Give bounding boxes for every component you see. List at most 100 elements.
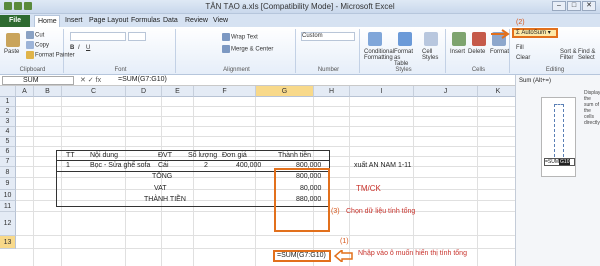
annotation-2: (2) <box>516 19 525 26</box>
gridline <box>16 211 515 212</box>
tab-file[interactable]: File <box>0 15 30 27</box>
tab-home[interactable]: Home <box>34 15 60 27</box>
merge-center-button[interactable]: Merge & Center <box>222 45 273 53</box>
cut-button[interactable]: Cut <box>26 31 44 39</box>
conditional-formatting-button[interactable]: Conditional Formatting <box>364 49 394 61</box>
underline-button[interactable]: U <box>86 45 90 51</box>
formula-input[interactable]: =SUM(G7:G10) <box>118 76 167 83</box>
clear-button[interactable]: Clear <box>516 55 530 61</box>
column-header-g[interactable]: G <box>256 86 314 97</box>
table-border <box>56 160 330 161</box>
cell-g13[interactable]: =SUM(G7:G10) <box>273 250 331 262</box>
header-dongia[interactable]: Đơn giá <box>222 152 247 159</box>
number-format-select[interactable]: Custom <box>301 32 355 41</box>
row-header-12[interactable]: 12 <box>0 212 16 236</box>
cell-e7[interactable]: 2 <box>204 162 208 169</box>
header-dvt[interactable]: ĐVT <box>158 152 172 159</box>
gridline <box>16 126 515 127</box>
bold-button[interactable]: B <box>70 45 74 51</box>
column-header-b[interactable]: B <box>34 86 62 97</box>
selected-range[interactable] <box>274 168 330 232</box>
cell-thanhtien-label[interactable]: THÀNH TIỀN <box>144 196 186 203</box>
row-header-4[interactable]: 4 <box>0 127 16 137</box>
header-tt[interactable]: TT <box>66 152 75 159</box>
gridline <box>61 97 62 266</box>
tooltip-title: Sum (Alt+=) <box>519 78 552 84</box>
header-noidung[interactable]: Nội dung <box>90 152 118 159</box>
cell-tong-label[interactable]: TỔNG <box>152 173 172 180</box>
italic-button[interactable]: I <box>78 45 80 51</box>
column-header-f[interactable]: F <box>194 86 256 97</box>
row-header-5[interactable]: 5 <box>0 137 16 147</box>
editing-label: Editing <box>545 67 565 73</box>
gridline <box>16 136 515 137</box>
row-header-11[interactable]: 11 <box>0 201 16 212</box>
row-header-8[interactable]: 8 <box>0 167 16 178</box>
row-header-6[interactable]: 6 <box>0 147 16 157</box>
select-all-corner[interactable] <box>0 86 16 97</box>
tab-view[interactable]: View <box>210 15 231 27</box>
column-header-h[interactable]: H <box>314 86 350 97</box>
paste-button[interactable]: Paste <box>4 49 19 55</box>
row-header-1[interactable]: 1 <box>0 97 16 107</box>
wrap-text-button[interactable]: Wrap Text <box>222 33 258 41</box>
cell-c7[interactable]: Bọc - Sửa ghế sofa <box>90 162 150 169</box>
header-soluong[interactable]: Số lượng <box>188 152 217 159</box>
annotation-3: (3) <box>331 208 340 215</box>
row-header-3[interactable]: 3 <box>0 117 16 127</box>
font-size-box[interactable] <box>128 32 146 41</box>
delete-cells-icon[interactable] <box>472 32 486 46</box>
tab-data[interactable]: Data <box>160 15 181 27</box>
name-box[interactable]: SUM <box>2 76 74 85</box>
cell-styles-button[interactable]: Cell Styles <box>422 49 442 61</box>
autosum-button[interactable]: Σ AutoSum ▾ <box>512 28 558 38</box>
copy-button[interactable]: Copy <box>26 41 49 49</box>
font-name-box[interactable] <box>70 32 126 41</box>
row-header-10[interactable]: 10 <box>0 190 16 201</box>
note-tmck: TM/CK <box>356 184 381 193</box>
gridline <box>125 97 126 266</box>
minimize-icon[interactable]: – <box>552 1 566 11</box>
column-header-d[interactable]: D <box>126 86 162 97</box>
delete-cells-button[interactable]: Delete <box>468 49 485 55</box>
tab-review[interactable]: Review <box>182 15 211 27</box>
row-header-9[interactable]: 9 <box>0 178 16 190</box>
gridline <box>349 97 350 266</box>
cell-h7[interactable]: xuất AN NAM 1-11 <box>354 162 411 169</box>
formula-icons[interactable]: ✕ ✓ fx <box>80 76 101 84</box>
cell-vat-label[interactable]: VAT <box>154 185 167 192</box>
left-arrow-icon <box>334 250 353 262</box>
column-header-k[interactable]: K <box>478 86 519 97</box>
insert-cells-icon[interactable] <box>452 32 466 46</box>
tab-insert[interactable]: Insert <box>62 15 86 27</box>
column-header-e[interactable]: E <box>162 86 194 97</box>
format-table-button[interactable]: Format as Table <box>394 49 416 67</box>
row-header-13[interactable]: 13 <box>0 236 16 249</box>
cell-b7[interactable]: 1 <box>66 162 70 169</box>
font-group: B I U Font <box>66 29 176 73</box>
column-header-c[interactable]: C <box>62 86 126 97</box>
maximize-icon[interactable]: □ <box>567 1 581 11</box>
close-icon[interactable]: ✕ <box>582 1 596 11</box>
column-header-a[interactable]: A <box>16 86 34 97</box>
tab-formulas[interactable]: Formulas <box>128 15 163 27</box>
insert-cells-button[interactable]: Insert <box>450 49 465 55</box>
column-header-j[interactable]: J <box>414 86 478 97</box>
conditional-formatting-icon[interactable] <box>368 32 382 46</box>
find-select-button[interactable]: Find & Select <box>578 49 596 61</box>
window-controls[interactable]: – □ ✕ <box>551 1 596 11</box>
table-border <box>56 150 330 151</box>
format-cells-button[interactable]: Format <box>490 49 509 55</box>
tab-page-layout[interactable]: Page Layout <box>86 15 131 27</box>
fill-button[interactable]: Fill <box>516 45 524 51</box>
row-header-7[interactable]: 7 <box>0 157 16 167</box>
column-header-i[interactable]: I <box>350 86 414 97</box>
cell-f7[interactable]: 400,000 <box>236 162 261 169</box>
format-table-icon[interactable] <box>398 32 412 46</box>
sort-filter-button[interactable]: Sort & Filter <box>560 49 578 61</box>
row-header-2[interactable]: 2 <box>0 107 16 117</box>
cell-d7[interactable]: Cái <box>158 162 169 169</box>
header-thanhtien[interactable]: Thành tiền <box>278 152 311 159</box>
paste-icon[interactable] <box>6 33 20 47</box>
cell-styles-icon[interactable] <box>424 32 438 46</box>
